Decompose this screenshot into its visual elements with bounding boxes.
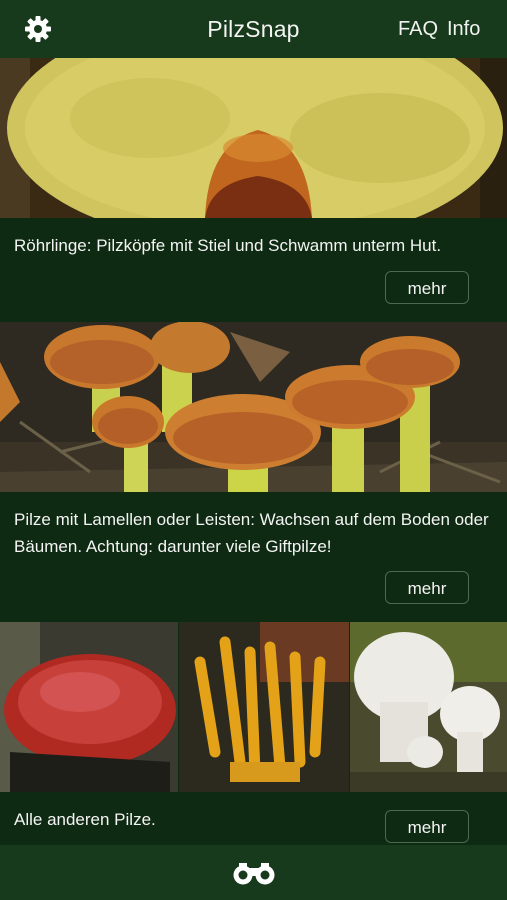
- top-bar: PilzSnap FAQ Info: [0, 0, 507, 58]
- gilled-mushroom-photo[interactable]: [0, 322, 507, 492]
- section-caption: Röhrlinge: Pilzköpfe mit Stiel und Schwa…: [14, 236, 442, 255]
- more-button[interactable]: mehr: [385, 571, 469, 604]
- info-link[interactable]: Info: [447, 18, 480, 41]
- more-button[interactable]: mehr: [385, 810, 469, 843]
- other-mushrooms-photo[interactable]: [0, 622, 507, 792]
- bottom-bar: [0, 845, 507, 900]
- faq-link[interactable]: FAQ: [398, 18, 438, 41]
- more-button[interactable]: mehr: [385, 271, 469, 304]
- binoculars-icon[interactable]: [232, 861, 276, 885]
- section-caption: Pilze mit Lamellen oder Leisten: Wachsen…: [14, 510, 489, 556]
- bolete-photo[interactable]: [0, 58, 507, 218]
